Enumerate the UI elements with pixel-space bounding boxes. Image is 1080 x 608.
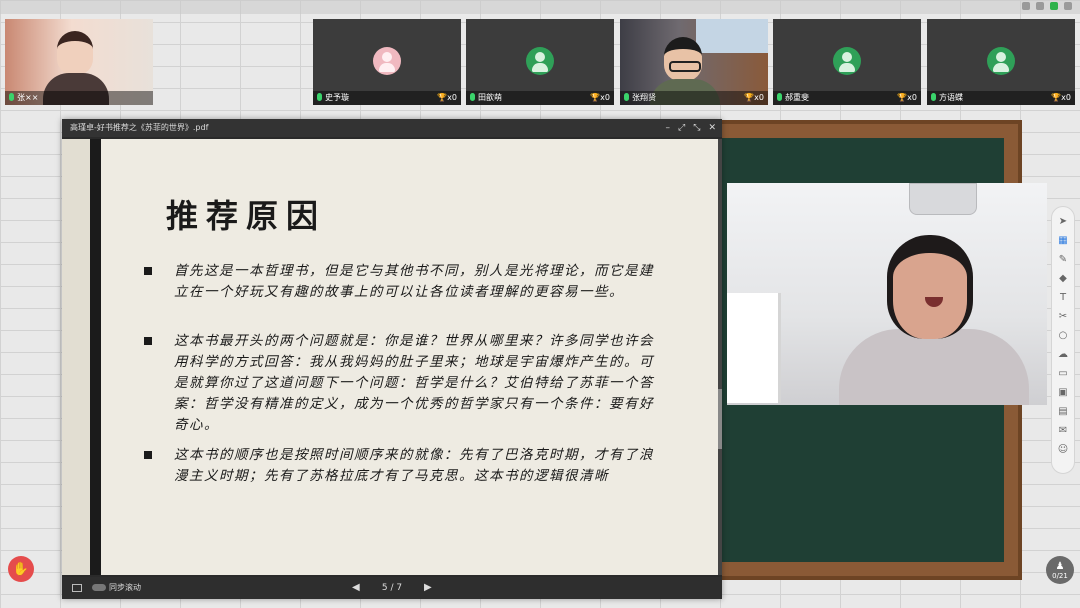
slide-bullet-2: 这本书最开头的两个问题就是：你是谁？世界从哪里来？许多同学也许会用科学的方式回答…: [142, 331, 662, 436]
restore-icon[interactable]: ⤢: [678, 119, 685, 137]
trophy-count: 🏆x0: [897, 93, 917, 102]
bullet-text: 首先这是一本哲理书，但是它与其他书不同，别人是光将理论，而它是建立在一个好玩又有…: [174, 263, 654, 300]
pdf-titlebar[interactable]: 高瑾卓-好书推荐之《苏菲的世界》.pdf – ⤢ ⤡ ✕: [62, 119, 722, 137]
participant-count: 0/21: [1052, 571, 1068, 580]
background-screen: [696, 19, 768, 53]
participant-video-face: [57, 31, 93, 75]
participant-name: 田歆萌: [478, 93, 502, 102]
connection-status-icon: [1050, 2, 1058, 10]
bullet-square-icon: [144, 267, 152, 275]
user-icon[interactable]: ☺: [1057, 443, 1070, 456]
window-controls: – ⤢ ⤡ ✕: [666, 119, 716, 137]
presenter-body: [839, 329, 1029, 405]
next-page-icon[interactable]: ▶: [424, 577, 432, 599]
close-icon[interactable]: ✕: [708, 119, 716, 137]
pen-icon[interactable]: ✎: [1057, 253, 1070, 266]
participant-name-bar: 张翔贤 🏆x0: [620, 91, 768, 105]
avatar: [833, 47, 861, 75]
mic-on-icon: [317, 93, 322, 101]
ruler-icon[interactable]: ▭: [1057, 367, 1070, 380]
hand-icon: ✋: [12, 561, 30, 577]
mic-on-icon: [624, 93, 629, 101]
participant-name: 史予璇: [325, 93, 349, 102]
top-status-bar: [0, 0, 1080, 14]
trophy-count: 🏆x0: [437, 93, 457, 102]
avatar: [987, 47, 1015, 75]
participant-tile-5[interactable]: 郝重斐 🏆x0: [773, 19, 921, 105]
participant-video-face: [664, 37, 702, 81]
eraser-icon[interactable]: ◆: [1057, 272, 1070, 285]
sync-scroll-toggle[interactable]: 同步滚动: [92, 577, 141, 599]
page-indicator: 5 / 7: [381, 583, 403, 593]
save-icon[interactable]: ▣: [1057, 386, 1070, 399]
mic-on-icon: [9, 93, 14, 101]
pointer-icon[interactable]: ➤: [1057, 215, 1070, 228]
trophy-count: 🏆x0: [744, 93, 764, 102]
bullet-text: 这本书的顺序也是按照时间顺序来的就像：先有了巴洛克时期，才有了浪漫主义时期；先有…: [174, 447, 654, 484]
sidebar-toggle-icon[interactable]: [72, 584, 82, 592]
participant-tile-6[interactable]: 方语蝶 🏆x0: [927, 19, 1075, 105]
participant-name-bar: 张××: [5, 91, 153, 105]
crop-icon[interactable]: ✂: [1057, 310, 1070, 323]
participant-tile-3[interactable]: 田歆萌 🏆x0: [466, 19, 614, 105]
pdf-page: 推荐原因 首先这是一本哲理书，但是它与其他书不同，别人是光将理论，而它是建立在一…: [62, 139, 718, 575]
participant-name-bar: 史予璇 🏆x0: [313, 91, 461, 105]
note-icon[interactable]: ▤: [1057, 405, 1070, 418]
scrollbar-thumb[interactable]: [718, 389, 722, 449]
participant-tile-4[interactable]: 张翔贤 🏆x0: [620, 19, 768, 105]
slide-title: 推荐原因: [166, 197, 327, 235]
participant-name-bar: 郝重斐 🏆x0: [773, 91, 921, 105]
trophy-count: 🏆x0: [1051, 93, 1071, 102]
status-dot-icon: [1036, 2, 1044, 10]
bullet-square-icon: [144, 451, 152, 459]
bullet-square-icon: [144, 337, 152, 345]
participant-name: 方语蝶: [939, 93, 963, 102]
cloud-icon[interactable]: ☁: [1057, 348, 1070, 361]
sync-scroll-label: 同步滚动: [109, 583, 141, 592]
participant-name: 张××: [17, 93, 39, 102]
status-dot-icon: [1064, 2, 1072, 10]
participant-counter-button[interactable]: ♟ 0/21: [1046, 556, 1074, 584]
chat-icon[interactable]: ✉: [1057, 424, 1070, 437]
participant-name: 张翔贤: [632, 93, 656, 102]
presenter-video[interactable]: [727, 183, 1047, 405]
fullscreen-icon[interactable]: ⤡: [693, 119, 700, 137]
raise-hand-button[interactable]: ✋: [8, 556, 34, 582]
mic-on-icon: [470, 93, 475, 101]
mic-on-icon: [777, 93, 782, 101]
presenter-face: [887, 235, 973, 339]
bullet-text: 这本书最开头的两个问题就是：你是谁？世界从哪里来？许多同学也许会用科学的方式回答…: [174, 333, 654, 433]
shape-icon[interactable]: ○: [1057, 329, 1070, 342]
slide-bullet-3: 这本书的顺序也是按照时间顺序来的就像：先有了巴洛克时期，才有了浪漫主义时期；先有…: [142, 445, 662, 487]
room-window: [727, 293, 781, 403]
pdf-filename: 高瑾卓-好书推荐之《苏菲的世界》.pdf: [70, 123, 209, 132]
minimize-icon[interactable]: –: [666, 119, 671, 137]
participant-name: 郝重斐: [785, 93, 809, 102]
pdf-bottom-bar: 同步滚动 ◀ 5 / 7 ▶: [62, 577, 722, 599]
slide-decorative-bar: [90, 139, 101, 575]
toggle-switch-icon[interactable]: [92, 584, 106, 591]
whiteboard-toolbar: ➤ ▦ ✎ ◆ T ✂ ○ ☁ ▭ ▣ ▤ ✉ ☺: [1051, 206, 1075, 474]
participant-name-bar: 田歆萌 🏆x0: [466, 91, 614, 105]
participant-tile-1[interactable]: 张××: [5, 19, 153, 105]
window-status-dots: [1022, 2, 1072, 10]
pdf-scrollbar[interactable]: [718, 139, 722, 575]
page-margin-strip: [62, 139, 90, 575]
slide-bullet-1: 首先这是一本哲理书，但是它与其他书不同，别人是光将理论，而它是建立在一个好玩又有…: [142, 261, 662, 303]
status-dot-icon: [1022, 2, 1030, 10]
grid-icon[interactable]: ▦: [1057, 234, 1070, 247]
text-icon[interactable]: T: [1057, 291, 1070, 304]
avatar: [373, 47, 401, 75]
trophy-count: 🏆x0: [590, 93, 610, 102]
participant-name-bar: 方语蝶 🏆x0: [927, 91, 1075, 105]
mic-on-icon: [931, 93, 936, 101]
person-icon: ♟: [1055, 560, 1065, 572]
avatar: [526, 47, 554, 75]
ceiling-lamp: [909, 183, 977, 215]
pdf-viewer-window: 高瑾卓-好书推荐之《苏菲的世界》.pdf – ⤢ ⤡ ✕ 推荐原因 首先这是一本…: [62, 119, 722, 599]
participant-tile-2[interactable]: 史予璇 🏆x0: [313, 19, 461, 105]
